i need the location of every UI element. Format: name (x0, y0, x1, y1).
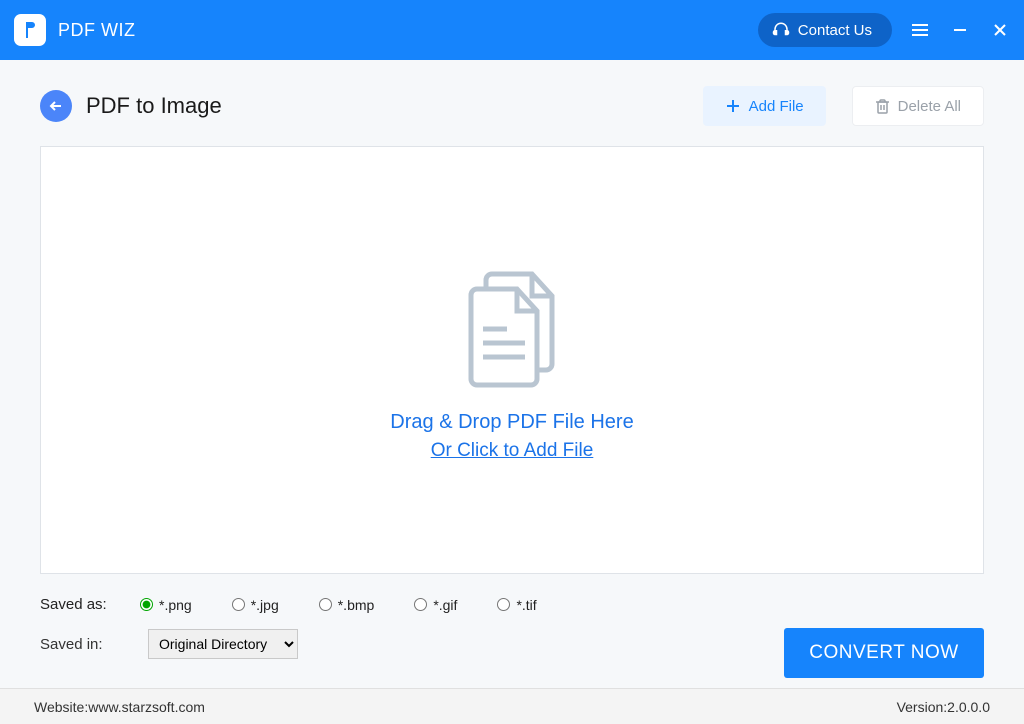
titlebar: PDF WIZ Contact Us (0, 0, 1024, 60)
documents-icon (447, 259, 577, 389)
website-link[interactable]: www.starzsoft.com (88, 699, 205, 715)
close-button[interactable] (990, 20, 1010, 40)
page-title: PDF to Image (86, 93, 222, 119)
format-radio-group: *.png *.jpg *.bmp *.gif *.tif (140, 597, 537, 613)
format-radio-label: *.png (159, 597, 192, 613)
file-drop-zone[interactable]: Drag & Drop PDF File Here Or Click to Ad… (40, 146, 984, 574)
format-radio-input[interactable] (497, 598, 510, 611)
version-value: 2.0.0.0 (947, 699, 990, 715)
format-radio-option[interactable]: *.gif (414, 597, 457, 613)
format-radio-input[interactable] (232, 598, 245, 611)
hamburger-menu-button[interactable] (910, 20, 930, 40)
headset-icon (772, 21, 790, 39)
status-bar: Website: www.starzsoft.com Version: 2.0.… (0, 688, 1024, 724)
format-radio-input[interactable] (414, 598, 427, 611)
minimize-icon (953, 23, 967, 37)
arrow-left-icon (49, 99, 63, 113)
format-radio-input[interactable] (140, 598, 153, 611)
contact-us-label: Contact Us (798, 22, 872, 39)
add-file-button[interactable]: Add File (703, 86, 826, 126)
trash-icon (875, 98, 890, 114)
hamburger-icon (912, 23, 928, 37)
back-button[interactable] (40, 90, 72, 122)
directory-select[interactable]: Original Directory (148, 629, 298, 659)
dropzone-text-primary: Drag & Drop PDF File Here (390, 411, 633, 434)
format-radio-label: *.jpg (251, 597, 279, 613)
convert-now-button[interactable]: CONVERT NOW (784, 628, 984, 678)
saved-as-row: Saved as: *.png *.jpg *.bmp *.gif *.tif (40, 596, 984, 613)
app-logo (14, 14, 46, 46)
app-title: PDF WIZ (58, 20, 136, 41)
page-header: PDF to Image Add File Delete All (40, 86, 984, 126)
format-radio-label: *.gif (433, 597, 457, 613)
dropzone-text-secondary: Or Click to Add File (431, 440, 594, 462)
add-file-label: Add File (749, 98, 804, 115)
window-controls (910, 20, 1010, 40)
page-body: PDF to Image Add File Delete All (0, 60, 1024, 659)
format-radio-label: *.tif (516, 597, 536, 613)
minimize-button[interactable] (950, 20, 970, 40)
format-radio-label: *.bmp (338, 597, 375, 613)
format-radio-option[interactable]: *.png (140, 597, 192, 613)
version-label: Version: (897, 699, 948, 715)
saved-in-label: Saved in: (40, 636, 124, 653)
logo-icon (20, 20, 40, 40)
saved-as-label: Saved as: (40, 596, 124, 613)
close-icon (993, 23, 1007, 37)
format-radio-option[interactable]: *.bmp (319, 597, 375, 613)
website-label: Website: (34, 699, 88, 715)
format-radio-option[interactable]: *.jpg (232, 597, 279, 613)
plus-icon (725, 98, 741, 114)
delete-all-label: Delete All (898, 98, 961, 115)
contact-us-button[interactable]: Contact Us (758, 13, 892, 47)
format-radio-input[interactable] (319, 598, 332, 611)
format-radio-option[interactable]: *.tif (497, 597, 536, 613)
delete-all-button[interactable]: Delete All (852, 86, 984, 126)
